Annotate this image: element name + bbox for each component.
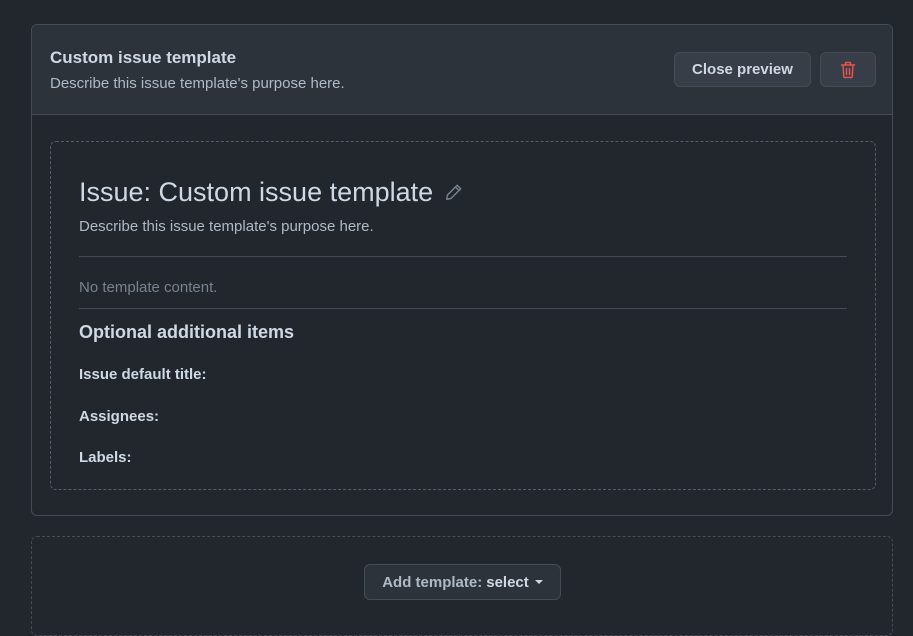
template-name: Custom issue template [50,48,237,67]
template-card: Custom issue template Describe this issu… [31,24,893,516]
labels-label: Labels: [79,449,132,466]
add-template-prefix: Add template: [382,573,483,591]
optional-items-heading: Optional additional items [79,322,295,342]
divider [79,308,847,309]
add-template-value: select [486,573,529,591]
preview-title: Issue: Custom issue template [79,176,463,208]
trash-icon [840,61,856,79]
template-card-header: Custom issue template Describe this issu… [32,25,892,115]
preview-about: Describe this issue template's purpose h… [79,218,374,235]
preview-title-text: Issue: Custom issue template [79,177,434,207]
empty-content-message: No template content. [79,279,218,296]
add-template-dropdown[interactable]: Add template: select [364,564,561,600]
delete-template-button[interactable] [820,52,876,87]
pencil-icon[interactable] [445,183,463,201]
close-preview-button[interactable]: Close preview [674,52,811,87]
caret-down-icon [534,580,543,584]
template-preview: Issue: Custom issue template Describe th… [50,141,876,490]
default-title-label: Issue default title: [79,366,207,383]
template-about: Describe this issue template's purpose h… [50,75,345,92]
assignees-label: Assignees: [79,408,160,425]
divider [79,256,847,257]
